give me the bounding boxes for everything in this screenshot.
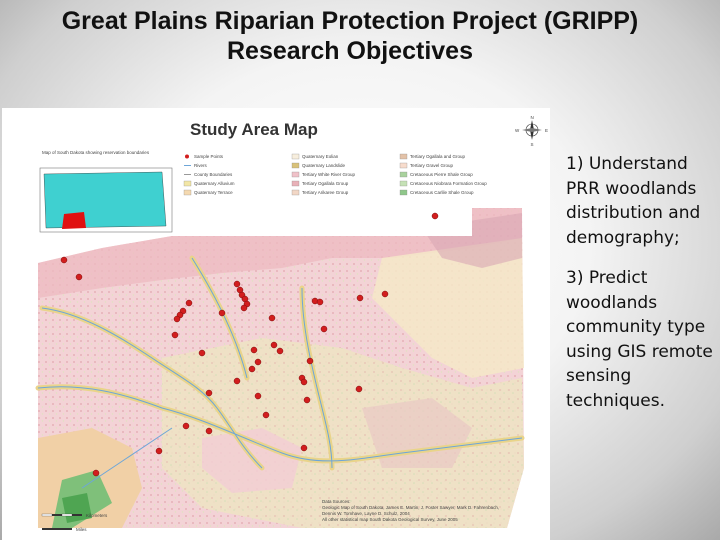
legend-item: Cretaceous Pierre Shale Group [399,171,473,178]
legend-item: Tertiary White River Group [291,171,356,178]
legend-label: Tertiary Ogallala and Group [410,154,466,159]
objectives-list: 1) Understand PRR woodlands distribution… [566,152,716,429]
inset-caption: Map of South Dakota showing reservation … [42,150,150,155]
legend-swatch [399,180,408,187]
legend-swatch [184,174,191,175]
compass-e: E [545,128,548,133]
legend-label: Cretaceous Carlile Shale Group [410,190,474,195]
legend-label: Sample Points [194,154,224,159]
legend-swatch [291,189,300,196]
legend-item: Tertiary Ogallala and Group [399,153,466,160]
compass-panel-bg [472,136,550,208]
legend-swatch [399,162,408,169]
legend-swatch [399,171,408,178]
scale-unit-km: Kilometers [86,513,108,518]
legend-label: Quaternary Landslide [302,163,346,168]
source-line: Dennis W. Tomhave, Layne D. Schulz, 2004 [322,511,410,516]
legend-swatch [291,171,300,178]
legend-swatch [185,154,189,159]
slide-title-line-1: Great Plains Riparian Protection Project… [61,7,639,35]
legend-swatch [291,162,300,169]
legend-label: Quaternary Alluvium [194,181,235,186]
geology-base [38,208,524,528]
legend-swatch [184,165,191,166]
legend-label: Rivers [194,163,208,168]
compass-n: N [531,115,534,120]
legend-swatch [399,189,408,196]
map-title: Study Area Map [190,120,318,139]
legend-item: Quaternary Eolian [291,153,339,160]
legend-label: Tertiary White River Group [302,172,356,177]
compass-w: W [515,128,520,133]
scale-unit-mi: Miles [76,527,87,532]
legend-label: Tertiary Arikaree Group [302,190,349,195]
legend-item: Cretaceous Carlile Shale Group [399,189,474,196]
slide-title: Great Plains Riparian Protection Project… [0,6,700,66]
legend-item: Cretaceous Niobrara Formation Group [399,180,487,187]
legend-label: County Boundaries [194,172,233,177]
inset-reservation-shape [62,212,86,229]
compass-s: S [531,142,534,147]
legend-label: Quaternary Terrace [194,190,233,195]
objective-item: 1) Understand PRR woodlands distribution… [566,154,701,248]
objective-item: 3) Predict woodlands community type usin… [566,268,713,411]
study-area-map: Map of South Dakota showing reservation … [2,108,550,540]
legend-swatch [183,180,192,187]
study-area-map-svg: Map of South Dakota showing reservation … [32,115,550,532]
legend-swatch [291,153,300,160]
slide-title-line-2: Research Objectives [227,37,473,65]
legend-swatch [399,153,408,160]
legend-label: Cretaceous Pierre Shale Group [410,172,473,177]
legend-swatch [291,180,300,187]
legend-label: Quaternary Eolian [302,154,339,159]
legend-swatch [183,189,192,196]
legend-label: Tertiary Gravel Group [410,163,454,168]
legend-label: Tertiary Ogallala Group [302,181,349,186]
inset-state-shape [43,171,167,229]
source-line: Data Sources: [322,499,351,504]
legend-label: Cretaceous Niobrara Formation Group [410,181,487,186]
source-line: All other statistical map South Dakota G… [322,517,458,522]
source-line: Geologic Map of South Dakota, James E. M… [322,505,499,510]
